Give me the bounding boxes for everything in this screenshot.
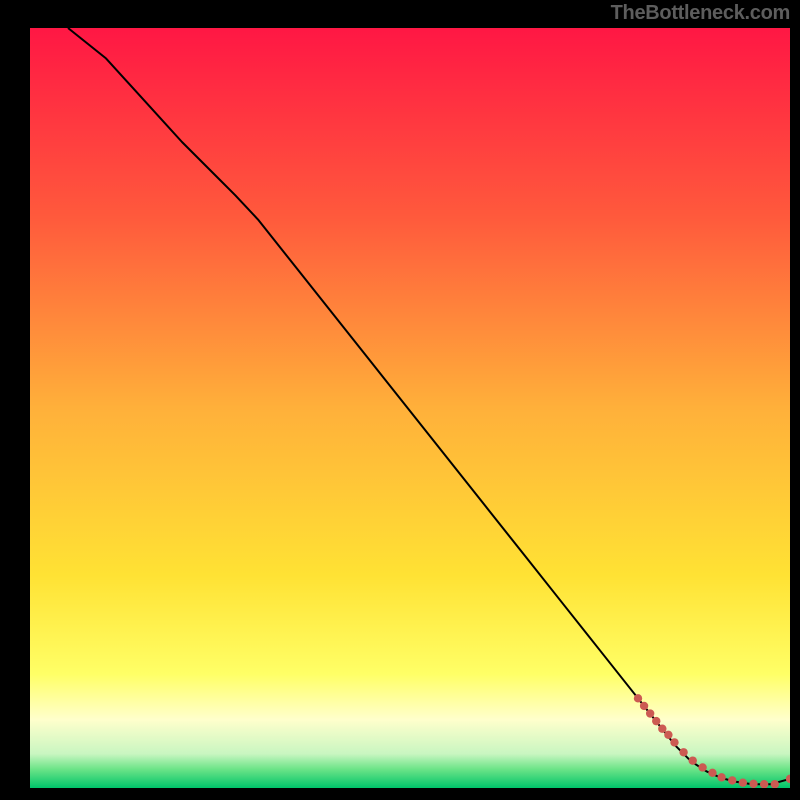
data-point — [728, 776, 736, 784]
data-point — [646, 709, 654, 717]
chart-svg — [30, 28, 790, 788]
data-point — [634, 694, 642, 702]
data-point — [717, 773, 725, 781]
data-point — [708, 769, 716, 777]
data-point — [679, 748, 687, 756]
attribution-text: TheBottleneck.com — [611, 2, 790, 25]
data-point — [658, 725, 666, 733]
data-point — [749, 780, 757, 788]
data-point — [664, 731, 672, 739]
data-point — [698, 763, 706, 771]
data-point — [739, 778, 747, 786]
gradient-background — [30, 28, 790, 788]
plot-area — [30, 28, 790, 788]
data-point — [640, 702, 648, 710]
data-point — [670, 738, 678, 746]
data-point — [689, 756, 697, 764]
data-point — [652, 717, 660, 725]
chart-container: TheBottleneck.com — [0, 0, 800, 800]
